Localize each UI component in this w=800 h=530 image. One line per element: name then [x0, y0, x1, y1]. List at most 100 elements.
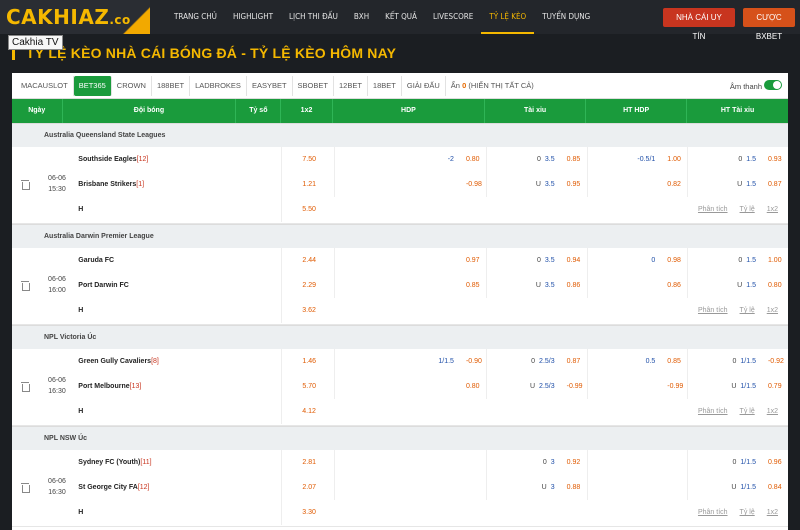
- row-link[interactable]: 1x2: [767, 197, 778, 222]
- bookmaker-tab[interactable]: EASYBET: [247, 75, 293, 96]
- bookmaker-tab[interactable]: 188BET: [152, 75, 191, 96]
- nav-item[interactable]: TỶ LỆ KÈO: [481, 0, 535, 34]
- odds-cell[interactable]: 0.80: [334, 374, 486, 399]
- team-rank: [11]: [140, 459, 152, 466]
- odds-cell[interactable]: 0.97: [334, 248, 486, 273]
- odds-cell[interactable]: U 1.5 0.87: [687, 172, 788, 197]
- odds-1x2[interactable]: 3.30: [281, 500, 334, 525]
- bookmaker-tab[interactable]: SBOBET: [293, 75, 334, 96]
- odds-1x2[interactable]: 7.50: [281, 147, 334, 172]
- odds-cell[interactable]: 1/1.5 -0.90: [334, 349, 486, 374]
- col-ht-hdp: HT HDP: [586, 99, 688, 123]
- bookmaker-tab[interactable]: CROWN: [112, 75, 152, 96]
- nav-item[interactable]: HIGHLIGHT: [225, 0, 281, 34]
- nav-item[interactable]: KẾT QUẢ: [377, 0, 425, 34]
- show-all-link[interactable]: (HIỂN THỊ TẤT CẢ): [468, 81, 533, 90]
- bookmaker-tabs: MACAUSLOT BET365 CROWN 188BET LADBROKES EASYB…: [12, 73, 788, 99]
- odds-cell[interactable]: 0 3 0.92: [485, 450, 587, 475]
- team-rank: [12]: [136, 156, 149, 163]
- odds-cell[interactable]: 0 3.5 0.85: [485, 147, 587, 172]
- bookmaker-tab[interactable]: LADBROKES: [190, 75, 247, 96]
- odds-prefix: U: [731, 484, 737, 491]
- bookmaker-tab[interactable]: 12BET: [334, 75, 368, 96]
- logo-text: CAKHIAZ: [6, 5, 110, 29]
- row-link[interactable]: Tỷ lệ: [740, 500, 755, 525]
- odds-cell[interactable]: -2 0.80: [334, 147, 486, 172]
- sound-toggle[interactable]: [764, 80, 782, 90]
- row-link[interactable]: Phân tích: [698, 399, 728, 424]
- odds-cell[interactable]: 0.5 0.85: [586, 349, 688, 374]
- col-ht-tai-xiu: HT Tài xỉu: [720, 107, 755, 114]
- row-link[interactable]: Phân tích: [698, 197, 728, 222]
- odds-cell[interactable]: U 1/1.5 0.84: [687, 475, 788, 500]
- odds-1x2[interactable]: 2.07: [281, 475, 334, 500]
- nha-cai-uy-tin-button[interactable]: NHÀ CÁI UY TÍN: [663, 8, 735, 41]
- odds-cell[interactable]: U 3.5 0.95: [485, 172, 587, 197]
- odds-1x2[interactable]: 2.81: [281, 450, 334, 475]
- nav-item[interactable]: LIVESCORE: [425, 0, 481, 34]
- odds-prefix: U: [535, 282, 541, 289]
- cuoc-bxbet-button[interactable]: CƯỢC BXBET: [743, 8, 795, 41]
- odds-1x2[interactable]: 2.44: [281, 248, 334, 273]
- odds-1x2[interactable]: 5.50: [281, 197, 334, 222]
- bookmaker-tab[interactable]: 18BET: [368, 75, 402, 96]
- odds-cell[interactable]: -0.98: [334, 172, 486, 197]
- odds-cell[interactable]: 0 1/1.5 0.96: [687, 450, 788, 475]
- odds-cell[interactable]: 0 0.98: [586, 248, 688, 273]
- row-link[interactable]: 1x2: [767, 298, 778, 323]
- hidden-filter[interactable]: Ẩn 0 (HIỂN THỊ TẤT CẢ): [446, 81, 539, 90]
- top-header: CAKHIAZ.co TRANG CHỦ HIGHLIGHT LỊCH THI ĐẤ…: [0, 0, 800, 41]
- odds-line: 3: [550, 484, 555, 491]
- row-link[interactable]: 1x2: [767, 399, 778, 424]
- odds-1x2[interactable]: 3.62: [281, 298, 334, 323]
- row-link[interactable]: Tỷ lệ: [740, 298, 755, 323]
- row-link[interactable]: Tỷ lệ: [740, 197, 755, 222]
- bookmaker-tab[interactable]: GIẢI ĐẤU: [402, 75, 446, 96]
- site-logo[interactable]: CAKHIAZ.co: [6, 5, 131, 29]
- odds-cell[interactable]: 0 2.5/3 0.87: [485, 349, 587, 374]
- odds-cell[interactable]: [586, 450, 688, 475]
- odds-cell[interactable]: [586, 475, 688, 500]
- odds-value: 0.82: [667, 181, 681, 188]
- nav-item[interactable]: TRANG CHỦ: [166, 0, 225, 34]
- row-link[interactable]: 1x2: [767, 500, 778, 525]
- odds-cell[interactable]: 0 1.5 0.93: [687, 147, 788, 172]
- row-links: Phân tích Tỷ lệ 1x2: [334, 399, 788, 424]
- odds-cell[interactable]: 0 1/1.5 -0.92: [687, 349, 788, 374]
- odds-1x2[interactable]: 1.46: [281, 349, 334, 374]
- odds-cell[interactable]: 0.82: [586, 172, 688, 197]
- row-links: Phân tích Tỷ lệ 1x2: [334, 197, 788, 222]
- nav-item[interactable]: TUYỂN DỤNG: [534, 0, 598, 34]
- odds-cell[interactable]: U 3.5 0.86: [485, 273, 587, 298]
- odds-cell[interactable]: 0 1.5 1.00: [687, 248, 788, 273]
- odds-cell[interactable]: U 1/1.5 0.79: [687, 374, 788, 399]
- odds-cell[interactable]: -0.99: [586, 374, 688, 399]
- odds-1x2[interactable]: 2.29: [281, 273, 334, 298]
- row-link[interactable]: Phân tích: [698, 298, 728, 323]
- nav-item[interactable]: LỊCH THI ĐẤU: [281, 0, 346, 34]
- score-cell: [237, 273, 282, 298]
- odds-value: 0.94: [566, 257, 581, 264]
- odds-cell[interactable]: 0 3.5 0.94: [485, 248, 587, 273]
- odds-value: -0.92: [767, 358, 784, 365]
- odds-cell[interactable]: 0.85: [334, 273, 486, 298]
- odds-1x2[interactable]: 1.21: [281, 172, 334, 197]
- odds-1x2[interactable]: 4.12: [281, 399, 334, 424]
- bookmaker-tab[interactable]: MACAUSLOT: [16, 75, 74, 96]
- row-link[interactable]: Tỷ lệ: [740, 399, 755, 424]
- odds-cell[interactable]: -0.5/1 1.00: [586, 147, 688, 172]
- match-line: H 5.50 Phân tích Tỷ lệ 1x2: [12, 197, 788, 222]
- match-row: 06-06 16:30 Green Gully Cavaliers[8] 1.46 1/…: [12, 349, 788, 426]
- draw-label: H: [78, 509, 84, 516]
- odds-cell[interactable]: U 1.5 0.80: [687, 273, 788, 298]
- odds-1x2[interactable]: 5.70: [281, 374, 334, 399]
- odds-cell[interactable]: U 3 0.88: [485, 475, 587, 500]
- odds-cell[interactable]: 0.86: [586, 273, 688, 298]
- odds-cell[interactable]: U 2.5/3 -0.99: [485, 374, 587, 399]
- bookmaker-tab[interactable]: BET365: [73, 75, 112, 96]
- odds-cell[interactable]: [334, 450, 486, 475]
- odds-cell[interactable]: [334, 475, 486, 500]
- nav-item[interactable]: BXH: [346, 0, 377, 34]
- row-link[interactable]: Phân tích: [698, 500, 728, 525]
